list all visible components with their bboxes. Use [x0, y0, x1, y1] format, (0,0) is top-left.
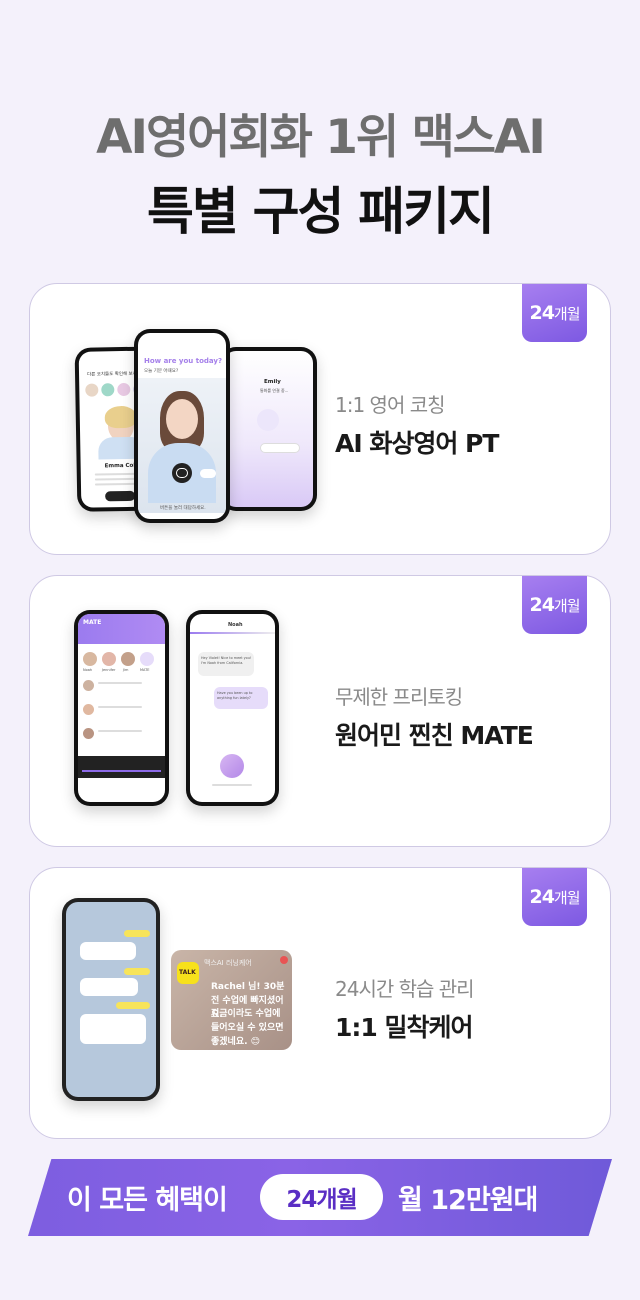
- kakao-label: TALK: [179, 969, 196, 976]
- banner-text-left: 이 모든 혜택이: [67, 1185, 228, 1216]
- mockup-text: 다른 코치들도 확인해 보세요: [87, 371, 142, 378]
- notification-dot-icon: [280, 956, 288, 964]
- mockup-text: Hey Violet! Nice to meet you! I'm Noah f…: [201, 656, 252, 665]
- package-subtitle: 1:1 영어 코칭: [335, 393, 446, 417]
- duration-badge: 24 개월: [522, 576, 587, 634]
- mockup-text: Jennifer: [102, 668, 116, 672]
- duration-badge: 24 개월: [522, 284, 587, 342]
- phone-mockup-call: Emily 통화를 연결 중...: [220, 347, 317, 511]
- package-card-mate[interactable]: 24 개월 MATE Noah Jennifer Jim MATE Noah H…: [29, 575, 611, 847]
- phone-mockup-mate-chat: Noah Hey Violet! Nice to meet you! I'm N…: [186, 610, 279, 806]
- mockup-text: Noah: [83, 668, 93, 672]
- mockup-text: MATE: [140, 668, 150, 672]
- mockup-text: Jim: [123, 668, 129, 672]
- package-subtitle: 24시간 학습 관리: [335, 977, 475, 1001]
- package-card-ai-video-pt[interactable]: 24 개월 다른 코치들도 확인해 보세요 Emma Cole Emily 통화를…: [29, 283, 611, 555]
- headline-line2: 특별 구성 패키지: [147, 183, 495, 242]
- package-title: AI 화상영어 PT: [335, 429, 499, 458]
- duration-badge: 24 개월: [522, 868, 587, 926]
- mockup-text: Noah: [228, 622, 243, 628]
- kakao-message: 지금이라도 수업에 들어오실 수 있으면 좋겠네요. 😊: [211, 1009, 284, 1047]
- mockup-text: 통화를 연결 중...: [260, 388, 289, 393]
- phone-mockup-kakao-chat: [62, 898, 160, 1101]
- headline-line1: AI영어회화 1위 맥스AI: [96, 110, 546, 165]
- kakao-notification: TALK 맥스AI 러닝케어 Rachel 님! 30분 전 수업에 빠지셨어요…: [171, 950, 292, 1050]
- mockup-text: MATE: [83, 619, 102, 626]
- package-subtitle: 무제한 프리토킹: [335, 685, 463, 709]
- mockup-text: Emily: [264, 379, 281, 385]
- banner-duration-pill: 24개월: [260, 1174, 383, 1220]
- kakao-header: 맥스AI 러닝케어: [204, 959, 252, 967]
- phone-mockup-mate-list: MATE Noah Jennifer Jim MATE: [74, 610, 169, 806]
- package-title: 원어민 찐친 MATE: [335, 721, 534, 750]
- banner-text-right: 월 12만원대: [398, 1185, 538, 1216]
- package-card-care[interactable]: 24 개월 TALK 맥스AI 러닝케어 Rachel 님! 30분 전 수업에 …: [29, 867, 611, 1139]
- mockup-text: How are you today?: [144, 357, 223, 365]
- mockup-text: Have you been up to anything fun lately?: [217, 691, 253, 700]
- package-title: 1:1 밀착케어: [335, 1013, 473, 1042]
- phone-mockup-video-coach: How are you today? 오늘 기분 어때요? 버튼을 눌러 대답하…: [134, 329, 230, 523]
- mockup-text: 오늘 기분 어때요?: [144, 369, 179, 374]
- mockup-text: 버튼을 눌러 대답하세요.: [160, 506, 206, 511]
